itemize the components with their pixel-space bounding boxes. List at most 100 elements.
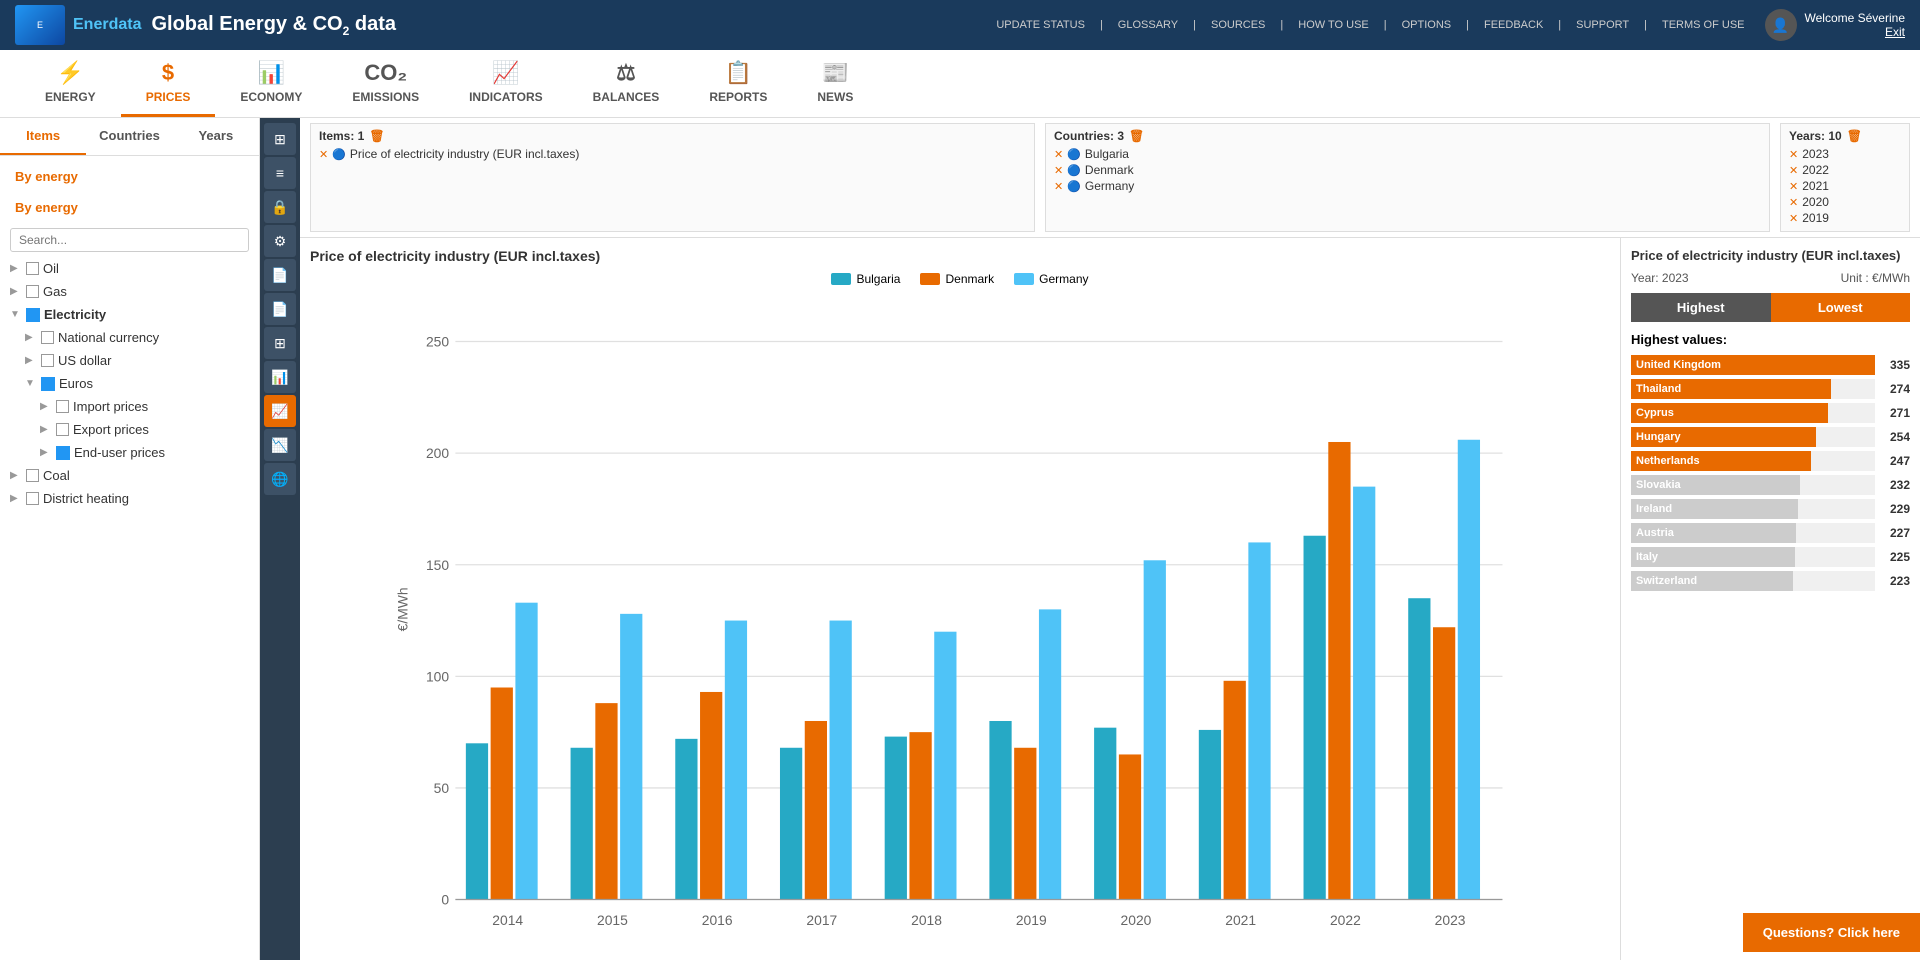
tree-us-dollar[interactable]: ▶ US dollar (0, 349, 259, 372)
nav-separator: | (1100, 19, 1103, 31)
us-dollar-checkbox[interactable] (41, 354, 54, 367)
svg-text:2017: 2017 (806, 912, 837, 928)
ranking-value: 229 (1875, 502, 1910, 516)
nav-options[interactable]: OPTIONS (1402, 19, 1452, 31)
nav-emissions[interactable]: CO₂ EMISSIONS (327, 50, 444, 117)
tree-end-user-prices[interactable]: ▶ End-user prices (0, 441, 259, 464)
ranking-bar: Switzerland (1631, 571, 1793, 591)
tree-euros[interactable]: ▼ Euros (0, 372, 259, 395)
gas-checkbox[interactable] (26, 285, 39, 298)
country-remove-icon[interactable]: ✕ (1054, 148, 1063, 161)
year-remove-icon[interactable]: ✕ (1789, 148, 1798, 161)
svg-text:150: 150 (426, 557, 449, 573)
toolbar-list-btn[interactable]: ≡ (264, 157, 296, 189)
toolbar-table-btn[interactable]: ⊞ (264, 327, 296, 359)
toolbar-view-btn[interactable]: ⊞ (264, 123, 296, 155)
questions-button[interactable]: Questions? Click here (1743, 913, 1920, 952)
coal-checkbox[interactable] (26, 469, 39, 482)
nav-update-status[interactable]: UPDATE STATUS (996, 19, 1085, 31)
legend-bulgaria-color (831, 273, 851, 285)
nav-how-to-use[interactable]: HOW TO USE (1298, 19, 1369, 31)
ranking-bar: Hungary (1631, 427, 1816, 447)
nav-support[interactable]: SUPPORT (1576, 19, 1629, 31)
nav-economy[interactable]: 📊 ECONOMY (215, 50, 327, 117)
toolbar-bar-btn[interactable]: 📊 (264, 361, 296, 393)
ranking-value: 232 (1875, 478, 1910, 492)
lowest-toggle[interactable]: Lowest (1771, 293, 1911, 322)
countries-trash[interactable]: 🗑 (1129, 129, 1144, 143)
nav-prices[interactable]: $ PRICES (121, 50, 216, 117)
nav-reports[interactable]: 📋 REPORTS (684, 50, 792, 117)
tree-import-prices[interactable]: ▶ Import prices (0, 395, 259, 418)
country-label-denmark: Denmark (1085, 163, 1134, 177)
tree-gas[interactable]: ▶ Gas (0, 280, 259, 303)
nav-energy-label: ENERGY (45, 90, 96, 104)
country-tag-denmark: ✕ 🔵 Denmark (1054, 162, 1134, 178)
years-trash[interactable]: 🗑 (1847, 129, 1862, 143)
tab-countries[interactable]: Countries (86, 118, 172, 155)
svg-text:2022: 2022 (1330, 912, 1361, 928)
logo[interactable]: E Enerdata (15, 5, 141, 45)
toolbar-globe-btn[interactable]: 🌐 (264, 463, 296, 495)
district-heating-checkbox[interactable] (26, 492, 39, 505)
export-prices-checkbox[interactable] (56, 423, 69, 436)
nav-balances[interactable]: ⚖ BALANCES (568, 50, 685, 117)
tree-electricity[interactable]: ▼ Electricity (0, 303, 259, 326)
year-remove-icon[interactable]: ✕ (1789, 212, 1798, 225)
year-remove-icon[interactable]: ✕ (1789, 164, 1798, 177)
country-remove-icon[interactable]: ✕ (1054, 164, 1063, 177)
export-prices-label: Export prices (73, 422, 149, 437)
logo-text: Enerdata (73, 16, 141, 34)
nav-news[interactable]: 📰 NEWS (792, 50, 878, 117)
year-tag-2020: ✕ 2020 (1789, 194, 1829, 210)
toolbar-settings-btn[interactable]: ⚙ (264, 225, 296, 257)
year-remove-icon[interactable]: ✕ (1789, 180, 1798, 193)
tab-years[interactable]: Years (173, 118, 259, 155)
chart-legend: Bulgaria Denmark Germany (310, 272, 1610, 286)
nav-feedback[interactable]: FEEDBACK (1484, 19, 1543, 31)
chart-container: 050100150200250€/MWh20142015201620172018… (310, 294, 1610, 950)
highest-toggle[interactable]: Highest (1631, 293, 1771, 322)
user-section: 👤 Welcome Séverine Exit (1765, 9, 1906, 41)
nav-indicators[interactable]: 📈 INDICATORS (444, 50, 568, 117)
user-exit[interactable]: Exit (1805, 25, 1906, 39)
tree-coal[interactable]: ▶ Coal (0, 464, 259, 487)
legend-denmark: Denmark (920, 272, 994, 286)
nav-separator: | (1384, 19, 1387, 31)
import-prices-label: Import prices (73, 399, 148, 414)
user-avatar[interactable]: 👤 (1765, 9, 1797, 41)
import-prices-checkbox[interactable] (56, 400, 69, 413)
tab-items[interactable]: Items (0, 118, 86, 155)
oil-checkbox[interactable] (26, 262, 39, 275)
tree-export-prices[interactable]: ▶ Export prices (0, 418, 259, 441)
search-input[interactable] (10, 228, 249, 252)
toolbar-doc2-btn[interactable]: 📄 (264, 293, 296, 325)
nav-sources[interactable]: SOURCES (1211, 19, 1265, 31)
svg-text:2014: 2014 (492, 912, 523, 928)
item-remove-icon[interactable]: ✕ (319, 148, 328, 161)
year-remove-icon[interactable]: ✕ (1789, 196, 1798, 209)
national-currency-checkbox[interactable] (41, 331, 54, 344)
toolbar-area-btn[interactable]: 📉 (264, 429, 296, 461)
nav-glossary[interactable]: GLOSSARY (1118, 19, 1178, 31)
legend-germany-color (1014, 273, 1034, 285)
coal-label: Coal (43, 468, 70, 483)
nav-separator: | (1193, 19, 1196, 31)
nav-energy[interactable]: ⚡ ENERGY (20, 50, 121, 117)
toolbar-line-btn[interactable]: 📈 (264, 395, 296, 427)
nav-terms[interactable]: TERMS OF USE (1662, 19, 1745, 31)
svg-text:250: 250 (426, 334, 449, 350)
chevron-icon: ▶ (40, 424, 52, 435)
sidebar-by-energy-2: By energy (0, 192, 259, 223)
tree-national-currency[interactable]: ▶ National currency (0, 326, 259, 349)
end-user-prices-label: End-user prices (74, 445, 165, 460)
items-trash[interactable]: 🗑 (369, 129, 384, 143)
toolbar-lock-btn[interactable]: 🔒 (264, 191, 296, 223)
ranking-item: Austria 227 (1631, 523, 1910, 543)
tree-district-heating[interactable]: ▶ District heating (0, 487, 259, 510)
chevron-icon: ▶ (10, 493, 22, 504)
tree-oil[interactable]: ▶ Oil (0, 257, 259, 280)
year-tag-2021: ✕ 2021 (1789, 178, 1829, 194)
country-remove-icon[interactable]: ✕ (1054, 180, 1063, 193)
toolbar-doc-btn[interactable]: 📄 (264, 259, 296, 291)
